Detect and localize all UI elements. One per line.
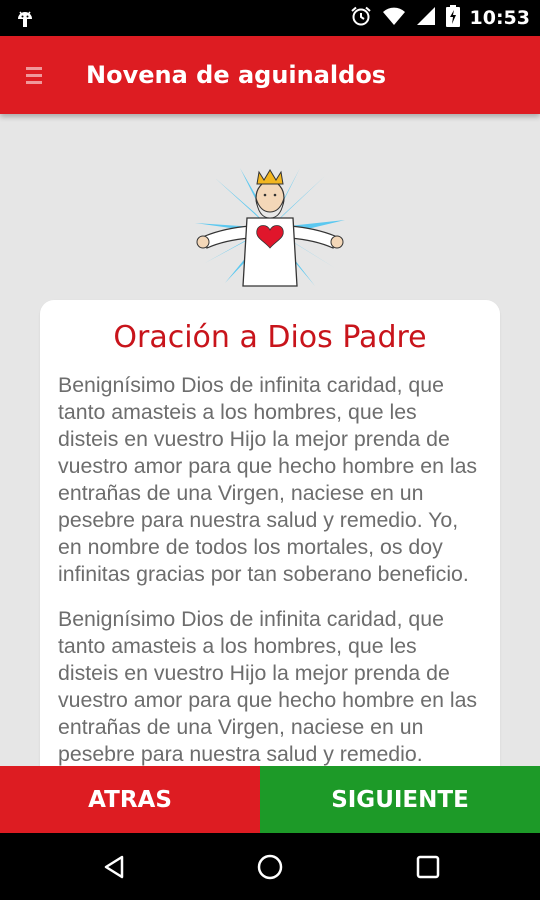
prayer-paragraph: Benignísimo Dios de infinita caridad, qu… <box>58 373 478 586</box>
prayer-paragraph: Benignísimo Dios de infinita caridad, qu… <box>58 607 478 766</box>
wifi-icon <box>382 6 406 30</box>
prayer-title: Oración a Dios Padre <box>113 320 427 355</box>
back-button[interactable]: ATRAS <box>0 766 260 833</box>
app-bar: Novena de aguinaldos <box>0 36 540 114</box>
system-nav-bar <box>0 833 540 900</box>
dios-padre-illustration <box>185 168 355 288</box>
signal-icon <box>416 6 436 30</box>
prayer-card: Oración a Dios Padre Benignísimo Dios de… <box>40 300 500 820</box>
status-bar: 10:53 <box>0 0 540 36</box>
alarm-icon <box>350 5 372 31</box>
home-circle-icon[interactable] <box>254 851 286 883</box>
hamburger-menu-icon[interactable] <box>26 67 42 85</box>
android-icon <box>14 8 36 34</box>
recents-square-icon[interactable] <box>412 851 444 883</box>
next-button[interactable]: SIGUIENTE <box>260 766 540 833</box>
status-time: 10:53 <box>469 7 530 29</box>
battery-icon <box>445 5 460 31</box>
back-triangle-icon[interactable] <box>98 851 130 883</box>
app-title: Novena de aguinaldos <box>86 61 387 89</box>
